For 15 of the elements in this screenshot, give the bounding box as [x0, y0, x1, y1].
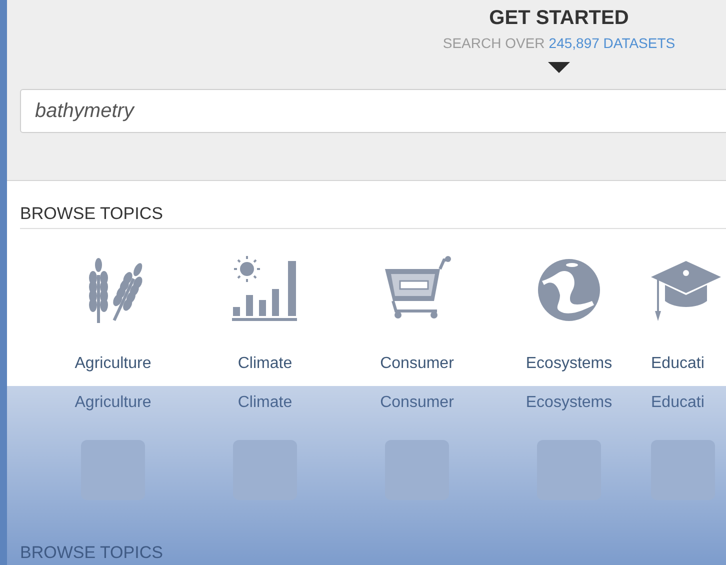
topic-link[interactable]: Educati — [651, 255, 725, 373]
get-started-title: GET STARTED — [489, 7, 629, 30]
reflected-topic-label: Agriculture — [74, 394, 152, 412]
search-field[interactable]: bathymetry — [20, 89, 726, 133]
topic-link[interactable]: Ecosystems — [499, 255, 639, 373]
reflected-topic-label: Ecosystems — [526, 394, 612, 412]
search-over-text: SEARCH OVER — [442, 35, 545, 51]
browse-topics-heading: BROWSE TOPICS — [20, 181, 726, 229]
reflected-topic-label: Educati — [651, 394, 704, 412]
topic-link[interactable]: Consumer — [347, 255, 487, 373]
topic-link[interactable]: Agriculture — [43, 255, 183, 373]
reflected-topic-label: Consumer — [380, 394, 454, 412]
topic-link[interactable]: Climate — [195, 255, 335, 373]
reflected-topic-label: Climate — [238, 394, 292, 412]
reflected-heading: BROWSE TOPICS — [20, 543, 163, 563]
